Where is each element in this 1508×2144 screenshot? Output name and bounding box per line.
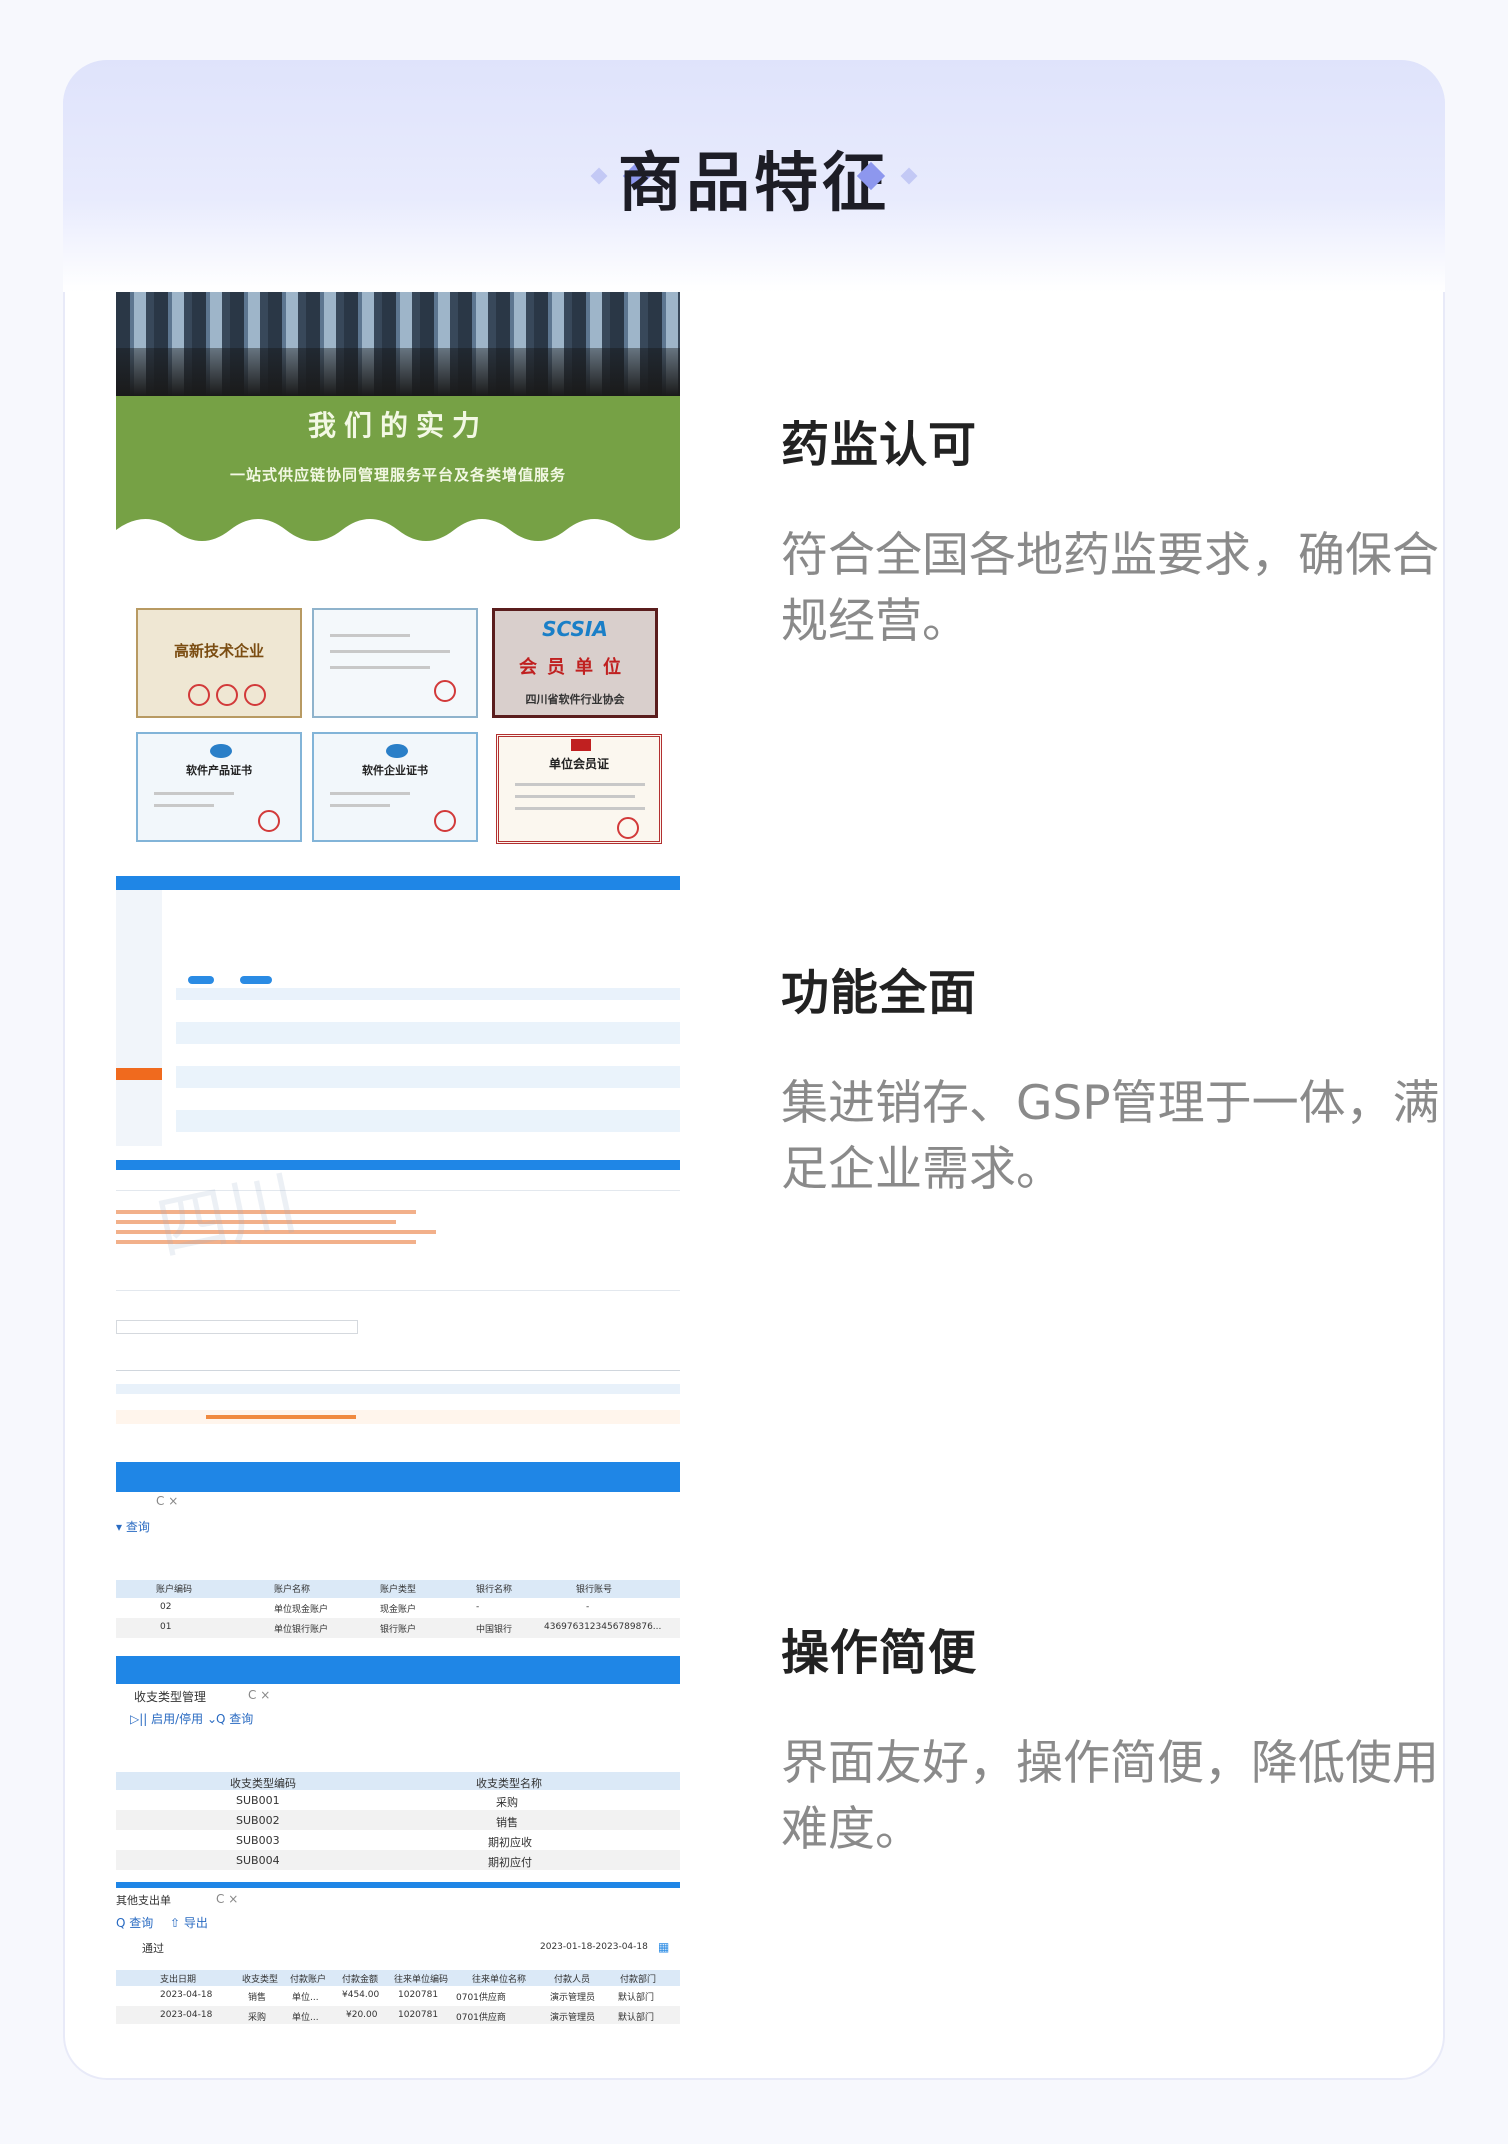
sidebar-active-item bbox=[116, 1068, 162, 1080]
table-cell: 销售 bbox=[248, 1993, 267, 2003]
table-header bbox=[116, 1772, 680, 1790]
promo-headline: 我们的实力 bbox=[307, 409, 488, 442]
toggle-enable-button[interactable]: ▷|| 启用/停用 ⌄ bbox=[130, 1710, 217, 1727]
table-cell: 单位... bbox=[292, 1993, 319, 2003]
search-link[interactable]: Q 查询 bbox=[216, 1710, 253, 1727]
gsp-config-screenshot bbox=[116, 876, 680, 1146]
section-title: 商品特征 bbox=[618, 147, 890, 221]
feature-title: 功能全面 bbox=[781, 965, 978, 1021]
table-cell: 2023-04-18 bbox=[160, 1990, 213, 2000]
feature-desc: 界面友好，操作简便，降低使用难度。 bbox=[781, 1736, 1439, 1857]
order-form-screenshot: 四川 bbox=[116, 1160, 680, 1446]
table-cell: 2023-04-18 bbox=[160, 2010, 213, 2020]
promo-subline: 一站式供应链协同管理服务平台及各类增值服务 bbox=[229, 466, 566, 484]
date-range-input[interactable]: 2023-01-18-2023-04-18 bbox=[540, 1942, 648, 1952]
certificate-software-enterprise: 软件企业证书 bbox=[312, 732, 478, 842]
table-cell: SUB001 bbox=[236, 1794, 280, 1807]
table-cell: 单位... bbox=[292, 2013, 319, 2023]
table-cell: 采购 bbox=[248, 2013, 267, 2023]
table-cell: 默认部门 bbox=[618, 2013, 655, 2023]
table-cell: 现金账户 bbox=[380, 1605, 417, 1615]
sidebar bbox=[116, 890, 162, 1146]
certificate-high-tech: 高新技术企业 bbox=[136, 608, 302, 718]
certificate-software-product: 软件产品证书 bbox=[136, 732, 302, 842]
table-cell: 0701供应商 bbox=[456, 1993, 506, 2003]
calendar-icon[interactable]: ▦ bbox=[658, 1940, 669, 1954]
search-link[interactable]: ▾ 查询 bbox=[116, 1518, 150, 1535]
wave-divider bbox=[116, 508, 680, 541]
table-cell: 银行账户 bbox=[380, 1625, 417, 1635]
accounts-screenshot: C × ▾ 查询 账户编码 账户名称 账户类型 银行名称 银行账号 02 单位现… bbox=[116, 1462, 680, 1648]
search-link[interactable]: Q 查询 bbox=[116, 1914, 153, 1931]
table-cell: SUB004 bbox=[236, 1854, 280, 1867]
close-tab-icon[interactable]: C × bbox=[216, 1892, 238, 1906]
table-cell: - bbox=[586, 1602, 590, 1612]
feature-item: 药监认可 符合全国各地药监要求，确保合规经营。 bbox=[781, 405, 1441, 655]
certificate-record bbox=[312, 608, 478, 718]
close-tab-icon[interactable]: C × bbox=[248, 1688, 270, 1702]
table-cell: 默认部门 bbox=[618, 1993, 655, 2003]
tab-expense[interactable]: 其他支出单 bbox=[116, 1892, 171, 1908]
table-cell: 01 bbox=[160, 1622, 172, 1632]
export-button[interactable]: ⇧ 导出 bbox=[170, 1914, 208, 1931]
expense-screenshot: 其他支出单 C × Q 查询 ⇧ 导出 通过 2023-01-18-2023-0… bbox=[116, 1882, 680, 2028]
table-cell: 销售 bbox=[496, 1816, 518, 1829]
company-strength-image: 我们的实力 一站式供应链协同管理服务平台及各类增值服务 高新技术企业 SCSIA… bbox=[116, 292, 680, 844]
feature-title: 操作简便 bbox=[781, 1625, 978, 1681]
table-cell: 演示管理员 bbox=[550, 2013, 596, 2023]
tab-income-types[interactable]: 收支类型管理 bbox=[134, 1688, 206, 1705]
table-cell: 02 bbox=[160, 1602, 172, 1612]
close-tab-icon[interactable]: C × bbox=[156, 1494, 178, 1508]
table-cell: 期初应付 bbox=[488, 1856, 532, 1869]
income-types-screenshot: 收支类型管理 C × ▷|| 启用/停用 ⌄ Q 查询 收支类型编码 收支类型名… bbox=[116, 1656, 680, 1874]
table-cell: ¥454.00 bbox=[342, 1990, 380, 2000]
feature-title: 药监认可 bbox=[781, 417, 978, 473]
table-cell: 期初应收 bbox=[488, 1836, 532, 1849]
table-cell: ¥20.00 bbox=[346, 2010, 378, 2020]
approve-tab[interactable]: 通过 bbox=[142, 1940, 164, 1956]
feature-desc: 集进销存、GSP管理于一体，满足企业需求。 bbox=[781, 1076, 1440, 1197]
table-cell: 单位现金账户 bbox=[274, 1605, 329, 1615]
table-cell: 1020781 bbox=[398, 1990, 439, 2000]
table-cell: SUB002 bbox=[236, 1814, 280, 1827]
table-cell: SUB003 bbox=[236, 1834, 280, 1847]
feature-item: 操作简便 界面友好，操作简便，降低使用难度。 bbox=[781, 1613, 1441, 1863]
table-cell: 采购 bbox=[496, 1796, 518, 1809]
certificate-member-unit: SCSIA 会员单位 四川省软件行业协会 bbox=[492, 608, 658, 718]
table-cell: 0701供应商 bbox=[456, 2013, 506, 2023]
table-cell: 1020781 bbox=[398, 2010, 439, 2020]
table-cell: 4369763123456789876... bbox=[544, 1622, 662, 1632]
feature-desc: 符合全国各地药监要求，确保合规经营。 bbox=[781, 528, 1439, 649]
table-cell: - bbox=[476, 1602, 480, 1612]
table-cell: 单位银行账户 bbox=[274, 1625, 329, 1635]
table-cell: 中国银行 bbox=[476, 1625, 513, 1635]
feature-item: 功能全面 集进销存、GSP管理于一体，满足企业需求。 bbox=[781, 953, 1441, 1203]
certificate-member-card: 单位会员证 bbox=[496, 734, 662, 844]
table-cell: 演示管理员 bbox=[550, 1993, 596, 2003]
